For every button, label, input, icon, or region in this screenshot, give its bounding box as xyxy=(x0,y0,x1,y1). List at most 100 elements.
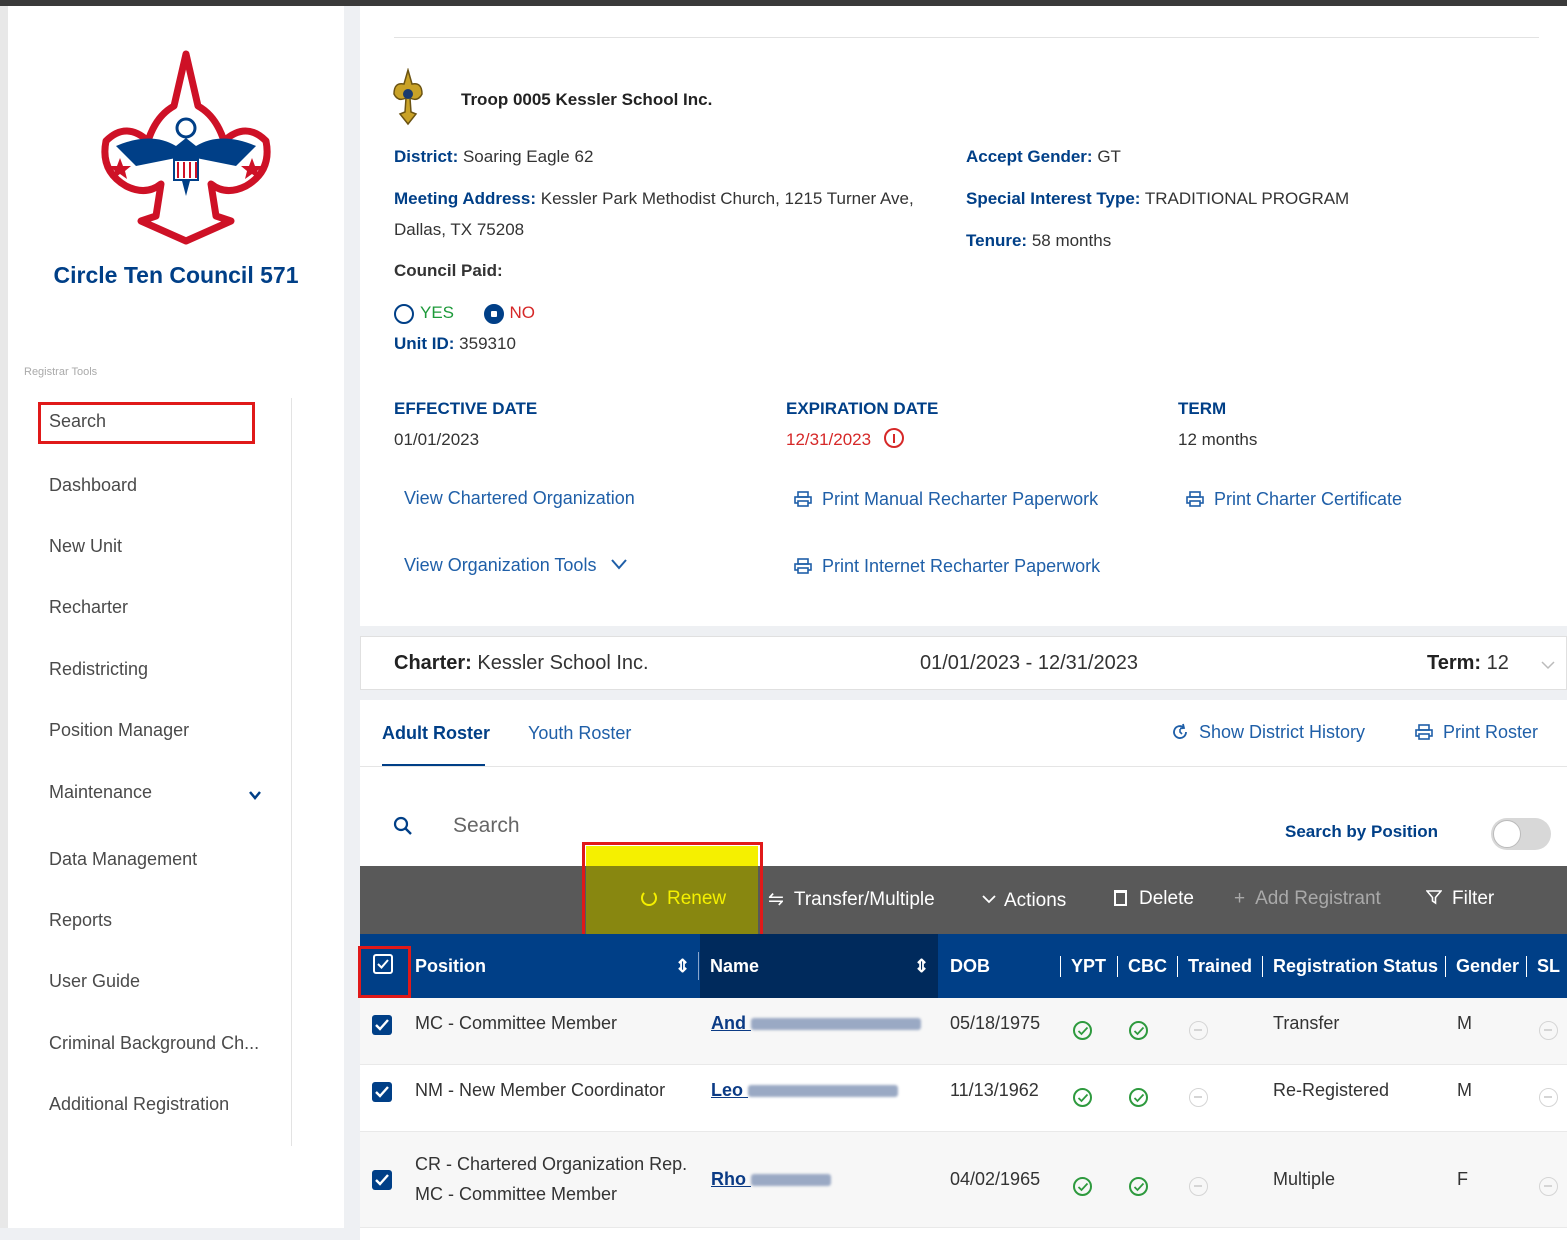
gender-label: Accept Gender: xyxy=(966,147,1093,166)
sort-icon[interactable]: ⇕ xyxy=(675,956,690,977)
add-registrant-button[interactable]: + Add Registrant xyxy=(1234,888,1381,910)
printer-icon xyxy=(794,491,812,507)
print-internet-link[interactable]: Print Internet Recharter Paperwork xyxy=(794,556,1100,577)
chevron-down-icon[interactable] xyxy=(1541,657,1555,675)
dob-cell: 05/18/1975 xyxy=(950,1013,1041,1033)
col-separator xyxy=(698,952,699,980)
sidebar-item-recharter[interactable]: Recharter xyxy=(49,597,128,618)
name-link[interactable]: And xyxy=(711,1013,922,1034)
bsa-logo xyxy=(96,46,276,246)
sidebar-item-user-guide[interactable]: User Guide xyxy=(49,971,140,992)
chevron-down-icon[interactable] xyxy=(248,788,262,802)
unit-title: Troop 0005 Kessler School Inc. xyxy=(461,90,713,109)
unit-id-field: Unit ID: 359310 xyxy=(394,329,516,359)
col-position[interactable]: Position xyxy=(415,956,486,977)
roster-search-input[interactable]: Search xyxy=(453,814,520,838)
info-icon[interactable] xyxy=(883,428,904,448)
table-row[interactable]: NM - New Member Coordinator Leo 11/13/19… xyxy=(360,1065,1567,1132)
col-dob[interactable]: DOB xyxy=(950,956,990,977)
sidebar-item-new-unit[interactable]: New Unit xyxy=(49,536,122,557)
show-district-history-link[interactable]: Show District History xyxy=(1171,722,1365,743)
charter-dates: 01/01/2023 - 12/31/2023 xyxy=(920,652,1138,674)
radio-yes-label: YES xyxy=(420,303,455,322)
view-chartered-org-link[interactable]: View Chartered Organization xyxy=(404,488,635,509)
print-roster-label: Print Roster xyxy=(1443,722,1539,742)
col-sl[interactable]: SL xyxy=(1526,956,1560,977)
status-cell: Multiple xyxy=(1273,1169,1336,1189)
tab-adult-roster[interactable]: Adult Roster xyxy=(382,723,490,744)
chevron-down-icon xyxy=(611,554,628,575)
term-header: TERM xyxy=(1178,399,1227,418)
name-visible-part: Leo xyxy=(711,1080,744,1100)
sidebar-item-data-management[interactable]: Data Management xyxy=(49,849,197,870)
filter-button[interactable]: Filter xyxy=(1425,888,1494,911)
table-row[interactable]: MC - Committee Member And 05/18/1975 Tra… xyxy=(360,998,1567,1065)
search-icon xyxy=(393,816,413,841)
actions-label: Actions xyxy=(1004,890,1067,911)
interest-label: Special Interest Type: xyxy=(966,189,1141,208)
tab-youth-roster[interactable]: Youth Roster xyxy=(528,723,631,744)
table-row[interactable]: CR - Chartered Organization Rep. MC - Co… xyxy=(360,1132,1567,1228)
col-registration-status[interactable]: Registration Status xyxy=(1262,956,1438,977)
select-all-red-outline xyxy=(358,946,411,998)
name-link[interactable]: Leo xyxy=(711,1080,899,1101)
transfer-multiple-button[interactable]: ⇋ Transfer/Multiple xyxy=(768,888,935,911)
sidebar-item-position-manager[interactable]: Position Manager xyxy=(49,720,189,741)
sidebar-item-reports[interactable]: Reports xyxy=(49,910,112,931)
col-cbc[interactable]: CBC xyxy=(1117,956,1167,977)
row-checkbox[interactable] xyxy=(372,1082,392,1102)
council-paid-radio-group: YES NO xyxy=(394,298,535,328)
print-manual-link[interactable]: Print Manual Recharter Paperwork xyxy=(794,489,1098,510)
delete-button[interactable]: Delete xyxy=(1114,888,1194,910)
unit-id-value: 359310 xyxy=(459,334,516,353)
expiration-date-header: EXPIRATION DATE xyxy=(786,399,939,418)
actions-button[interactable]: Actions xyxy=(982,888,1066,912)
search-by-position-toggle[interactable] xyxy=(1491,818,1551,850)
col-name[interactable]: Name xyxy=(710,956,759,977)
sidebar-item-criminal-background[interactable]: Criminal Background Ch... xyxy=(49,1033,259,1054)
sidebar-item-search[interactable]: Search xyxy=(49,411,106,432)
sort-icon[interactable]: ⇕ xyxy=(914,956,929,977)
term-value: 12 months xyxy=(1178,430,1258,449)
col-ypt[interactable]: YPT xyxy=(1060,956,1106,977)
gender-cell: M xyxy=(1457,1080,1472,1100)
sidebar-item-additional-registration[interactable]: Additional Registration xyxy=(49,1094,229,1115)
ypt-check-icon xyxy=(1073,1021,1092,1040)
transfer-label: Transfer/Multiple xyxy=(793,889,935,910)
view-org-tools-link[interactable]: View Organization Tools xyxy=(404,554,628,576)
position-cell: CR - Chartered Organization Rep. xyxy=(415,1154,688,1174)
charter-bar[interactable]: Charter: Kessler School Inc. 01/01/2023 … xyxy=(360,636,1567,690)
row-checkbox[interactable] xyxy=(372,1015,392,1035)
tab-divider xyxy=(360,766,1567,767)
tenure-field: Tenure: 58 months xyxy=(966,226,1111,256)
left-edge-strip xyxy=(0,6,8,1228)
address-line2: Dallas, TX 75208 xyxy=(394,220,525,239)
filter-icon xyxy=(1425,889,1443,911)
cbc-check-icon xyxy=(1129,1177,1148,1196)
print-internet-label: Print Internet Recharter Paperwork xyxy=(822,556,1101,576)
expiration-date-value: 12/31/2023 xyxy=(786,425,904,455)
divider xyxy=(394,37,1539,38)
nav-divider xyxy=(291,398,292,1146)
col-gender[interactable]: Gender xyxy=(1445,956,1519,977)
row-checkbox[interactable] xyxy=(372,1170,392,1190)
radio-no[interactable] xyxy=(483,303,504,324)
name-link[interactable]: Rho xyxy=(711,1169,832,1190)
gender-value: GT xyxy=(1097,147,1121,166)
radio-yes[interactable] xyxy=(394,303,414,324)
chevron-down-icon xyxy=(982,888,996,910)
trained-empty-icon xyxy=(1189,1021,1208,1040)
charter-term-value: 12 xyxy=(1486,652,1509,674)
print-certificate-link[interactable]: Print Charter Certificate xyxy=(1186,489,1402,510)
plus-icon: + xyxy=(1234,888,1246,909)
search-by-position-label: Search by Position xyxy=(1285,822,1439,841)
printer-icon xyxy=(1186,491,1204,507)
col-trained[interactable]: Trained xyxy=(1177,956,1252,977)
unit-details-card: Troop 0005 Kessler School Inc. District:… xyxy=(360,6,1567,626)
sidebar-item-redistricting[interactable]: Redistricting xyxy=(49,659,148,680)
sidebar-item-dashboard[interactable]: Dashboard xyxy=(49,475,137,496)
sl-empty-icon xyxy=(1539,1177,1558,1196)
charter-term: Term: 12 xyxy=(1427,652,1509,675)
print-roster-link[interactable]: Print Roster xyxy=(1415,722,1538,743)
sidebar-item-maintenance[interactable]: Maintenance xyxy=(49,782,152,803)
